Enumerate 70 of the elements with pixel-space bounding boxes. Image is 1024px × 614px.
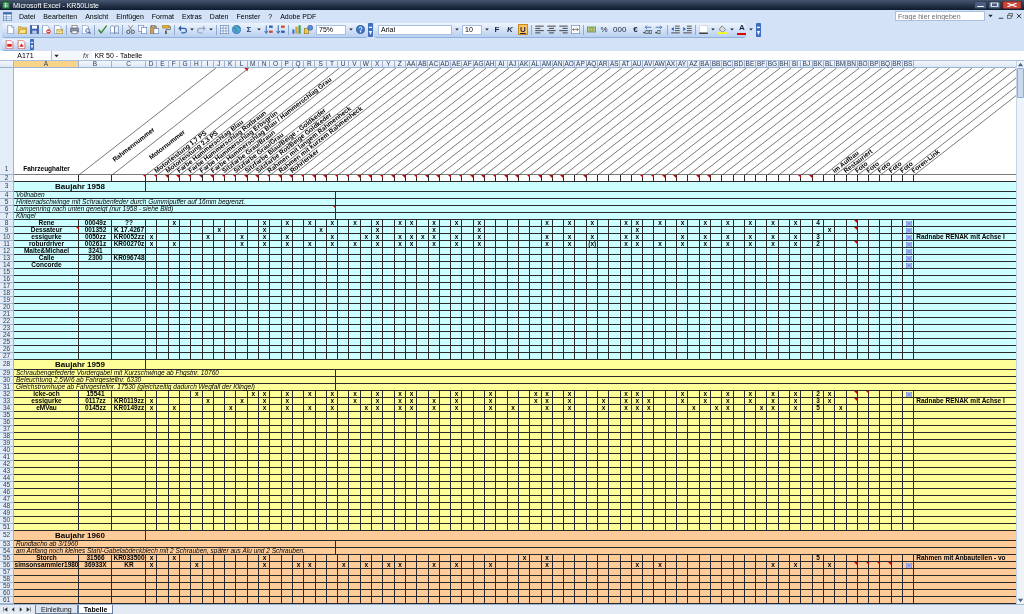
sort-ascending-icon[interactable] [264, 25, 273, 34]
decimal-arrow-right-icon[interactable] [655, 25, 665, 34]
italic-button[interactable]: K [505, 24, 515, 35]
scrollbar-thumb[interactable] [1017, 68, 1024, 98]
section-title: Baujahr 1960 [54, 531, 106, 541]
globe-icon[interactable] [232, 25, 241, 34]
sort-descending-icon[interactable] [276, 25, 285, 34]
caret-icon[interactable] [711, 28, 716, 31]
left-triangle-icon[interactable] [11, 607, 15, 612]
align-right-icon[interactable] [559, 25, 568, 34]
autosum-button[interactable]: Σ [244, 24, 254, 35]
checkmark-icon[interactable] [98, 25, 107, 34]
open-book-icon[interactable] [110, 25, 119, 34]
caret-icon[interactable] [988, 14, 993, 18]
euro-button[interactable]: € [630, 24, 641, 35]
caret-icon[interactable] [730, 28, 735, 31]
two-pages-icon[interactable] [138, 25, 147, 34]
right-triangle-icon[interactable] [19, 607, 23, 612]
font-color-button[interactable]: A [737, 24, 747, 35]
skip-forward-icon[interactable] [26, 607, 31, 612]
help-icon[interactable] [356, 25, 365, 34]
close-icon[interactable] [1016, 13, 1022, 19]
pdf-document-icon[interactable] [17, 39, 26, 49]
bold-button[interactable]: F [492, 24, 502, 35]
caret-icon[interactable] [349, 28, 353, 31]
align-left-icon[interactable] [535, 25, 544, 34]
shapes-icon[interactable] [304, 25, 313, 34]
page-no-entry-icon[interactable] [42, 25, 51, 34]
caret-icon[interactable] [749, 28, 754, 31]
page-envelope-icon[interactable] [54, 25, 63, 34]
workbook-icon[interactable] [3, 11, 12, 21]
restore-icon[interactable] [1007, 13, 1013, 19]
caret-icon[interactable] [209, 28, 213, 31]
paint-roller-icon[interactable] [162, 25, 171, 34]
caret-icon[interactable] [54, 53, 59, 58]
pdf-document-icon[interactable] [5, 39, 14, 49]
minimize-icon[interactable] [974, 1, 987, 9]
section-title: Baujahr 1959 [54, 360, 106, 370]
vertical-scrollbar[interactable] [1016, 61, 1024, 604]
thousands-button[interactable]: 000 [612, 24, 628, 35]
decrease-indent-icon[interactable] [671, 25, 681, 34]
underline-button[interactable]: U [518, 24, 528, 35]
bar-chart-icon[interactable] [292, 25, 301, 34]
overflow-chevron-icon[interactable] [368, 22, 373, 37]
section-title: Baujahr 1958 [54, 182, 106, 192]
table-icon[interactable] [220, 25, 229, 34]
clipboard-icon[interactable] [150, 25, 159, 34]
bottom-border-icon[interactable] [699, 25, 709, 34]
align-center-icon[interactable] [547, 25, 556, 34]
close-icon[interactable] [1002, 1, 1022, 9]
maximize-icon[interactable] [988, 1, 1001, 9]
percent-button[interactable]: % [599, 24, 609, 35]
down-triangle-icon[interactable] [1017, 597, 1024, 604]
scissors-icon[interactable] [126, 25, 135, 34]
spreadsheet-app-icon [2, 1, 10, 9]
overflow-chevron-icon[interactable] [30, 38, 34, 50]
merge-arrows-icon[interactable] [571, 25, 580, 34]
decimal-arrow-left-icon[interactable] [643, 25, 653, 34]
caret-icon[interactable] [190, 28, 194, 31]
skip-back-icon[interactable] [3, 607, 8, 612]
caret-icon[interactable] [455, 28, 459, 31]
banknote-icon[interactable] [587, 25, 596, 34]
increase-indent-icon[interactable] [683, 25, 693, 34]
overflow-chevron-icon[interactable] [756, 22, 762, 37]
page-magnifier-icon[interactable] [82, 25, 91, 34]
caret-icon[interactable] [257, 28, 261, 31]
undo-icon[interactable] [178, 25, 187, 34]
up-triangle-icon[interactable] [1017, 61, 1024, 68]
printer-icon[interactable] [70, 25, 79, 34]
caret-icon[interactable] [485, 28, 489, 31]
